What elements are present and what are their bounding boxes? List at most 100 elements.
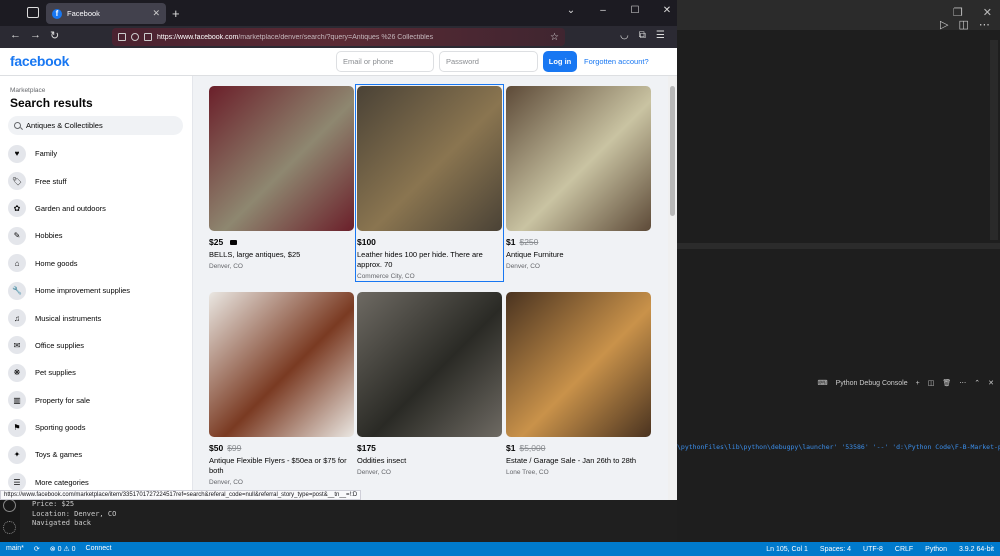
trash-icon[interactable]: 🗑 [942, 379, 951, 387]
breadcrumb[interactable]: Marketplace [10, 87, 45, 94]
vscode-editor-scrollbar[interactable] [990, 40, 998, 240]
sidebar-item-musical-instruments[interactable]: ♫ Musical instruments [8, 304, 188, 331]
bookmark-star-icon[interactable]: ☆ [550, 32, 559, 43]
login-button[interactable]: Log in [543, 51, 577, 72]
more-icon[interactable]: ⋯ [959, 379, 966, 387]
link-status-url: https://www.facebook.com/marketplace/ite… [0, 490, 362, 500]
list-icon: ☰ [8, 473, 26, 492]
pocket-icon[interactable]: ◡ [620, 30, 629, 41]
listing-title: Antique Furniture [506, 250, 564, 259]
tab-facebook[interactable]: f Facebook ✕ [46, 3, 166, 24]
email-field[interactable] [336, 51, 434, 72]
lock-icon[interactable] [144, 33, 152, 41]
category-list: ♥ Family 🏷 Free stuff ✿ Garden and outdoors ✎ H… [8, 140, 188, 496]
page-title: Search results [10, 96, 93, 110]
listing-title: Oddities insect [357, 456, 407, 465]
terminal-icon: ⌨ [817, 380, 828, 387]
house-icon: ⌂ [8, 254, 26, 273]
split-terminal-icon[interactable]: ◫ [928, 379, 935, 387]
listing-card[interactable]: $1 $5,000 Estate / Garage Sale - Jan 26th … [506, 292, 651, 476]
sidebar-item-home-improvement-supplies[interactable]: 🔧 Home improvement supplies [8, 277, 188, 304]
connect-indicator[interactable]: Connect [86, 545, 112, 553]
add-terminal-icon[interactable]: + [916, 380, 920, 387]
listing-location: Denver, CO [357, 469, 391, 476]
runner-icon: ⚑ [8, 418, 26, 437]
sidebar-item-label: Sporting goods [35, 423, 86, 433]
settings-gear-icon[interactable] [3, 521, 16, 534]
listing-photo[interactable] [357, 86, 502, 231]
listing-price: $25 [209, 237, 224, 247]
search-input[interactable]: Antiques & Collectibles [8, 116, 183, 135]
listing-price-row: $25 [209, 237, 354, 247]
site-permissions-icon[interactable] [118, 33, 126, 41]
minimize-icon[interactable]: – [597, 5, 609, 16]
hamburger-menu-icon[interactable]: ☰ [656, 30, 665, 41]
sidebar-item-garden-and-outdoors[interactable]: ✿ Garden and outdoors [8, 195, 188, 222]
listing-photo[interactable] [506, 292, 651, 437]
listing-photo[interactable] [357, 292, 502, 437]
tracking-shield-icon[interactable] [131, 33, 139, 41]
listing-location: Denver, CO [209, 479, 243, 486]
sidebar-item-label: Garden and outdoors [35, 203, 106, 213]
url-bar[interactable]: https://www.facebook.com/marketplace/den… [112, 28, 565, 46]
leaf-icon: ✿ [8, 199, 26, 218]
line-endings[interactable]: CRLF [895, 546, 913, 553]
reload-icon[interactable]: ↻ [50, 29, 59, 42]
puzzle-icon: ✦ [8, 445, 26, 464]
listing-price-row: $1 $250 [506, 237, 651, 247]
scrollbar-thumb[interactable] [670, 86, 675, 216]
sidebar-item-property-for-sale[interactable]: ▥ Property for sale [8, 387, 188, 414]
sidebar-item-hobbies[interactable]: ✎ Hobbies [8, 222, 188, 249]
forgot-account-link[interactable]: Forgotten account? [584, 57, 649, 66]
sidebar-item-sporting-goods[interactable]: ⚑ Sporting goods [8, 414, 188, 441]
close-icon[interactable]: ✕ [661, 5, 673, 16]
vscode-panel-divider[interactable] [677, 243, 1000, 249]
branch-indicator[interactable]: main* [6, 545, 24, 553]
page-scrollbar[interactable] [668, 76, 677, 500]
close-icon[interactable]: ✕ [988, 379, 994, 387]
indentation[interactable]: Spaces: 4 [820, 546, 851, 553]
forward-arrow-icon[interactable]: → [30, 29, 41, 41]
account-icon[interactable] [3, 499, 16, 512]
listing-price: $100 [357, 237, 376, 247]
sidebar-item-pet-supplies[interactable]: ❋ Pet supplies [8, 359, 188, 386]
listing-location: Denver, CO [209, 263, 243, 270]
language-mode[interactable]: Python [925, 546, 947, 553]
listing-card[interactable]: $100 Leather hides 100 per hide. There ar… [355, 84, 504, 282]
chevron-up-icon[interactable]: ⌃ [974, 379, 980, 387]
terminal-line: Location: Denver, CO [32, 509, 117, 518]
sync-icon[interactable]: ⟳ [34, 545, 40, 553]
python-interpreter[interactable]: 3.9.2 64-bit [959, 546, 994, 553]
facebook-logo[interactable]: facebook [10, 53, 69, 69]
listing-photo[interactable] [506, 86, 651, 231]
extensions-icon[interactable]: ⧉ [639, 30, 646, 41]
new-tab-icon[interactable]: + [172, 6, 180, 21]
sidebar-item-family[interactable]: ♥ Family [8, 140, 188, 167]
maximize-icon[interactable]: ☐ [629, 5, 641, 16]
sidebar-item-label: Toys & games [35, 450, 83, 460]
listing-card[interactable]: $1 $250 Antique Furniture Denver, CO [506, 86, 651, 270]
sidebar-item-home-goods[interactable]: ⌂ Home goods [8, 250, 188, 277]
listing-photo[interactable] [209, 292, 354, 437]
sidebar-item-office-supplies[interactable]: ✉ Office supplies [8, 332, 188, 359]
music-icon: ♫ [8, 309, 26, 328]
listing-card[interactable]: $25 BELLS, large antiques, $25 Denver, CO [209, 86, 354, 270]
close-icon[interactable]: ✕ [152, 8, 160, 19]
sidebar-item-free-stuff[interactable]: 🏷 Free stuff [8, 167, 188, 194]
terminal-name[interactable]: Python Debug Console [836, 380, 908, 387]
listing-card[interactable]: $50 $99 Antique Flexible Flyers - $50ea or… [209, 292, 354, 486]
listing-photo[interactable] [209, 86, 354, 231]
browser-window: f Facebook ✕ + ⌄ – ☐ ✕ ← → ↻ https://www… [0, 0, 677, 500]
listing-card[interactable]: $175 Oddities insect Denver, CO [357, 292, 502, 476]
sidebar-item-label: Home goods [35, 258, 78, 268]
back-arrow-icon[interactable]: ← [10, 29, 21, 41]
cursor-position[interactable]: Ln 105, Col 1 [766, 546, 808, 553]
tab-list-icon[interactable] [27, 7, 39, 18]
encoding[interactable]: UTF-8 [863, 546, 883, 553]
problems-indicator[interactable]: ⊗ 0 ⚠ 0 [50, 545, 76, 553]
listing-price-row: $175 [357, 443, 502, 453]
chevron-down-icon[interactable]: ⌄ [565, 5, 577, 16]
password-field[interactable] [439, 51, 538, 72]
listing-title: Antique Flexible Flyers - $50ea or $75 f… [209, 456, 347, 475]
sidebar-item-toys-games[interactable]: ✦ Toys & games [8, 441, 188, 468]
